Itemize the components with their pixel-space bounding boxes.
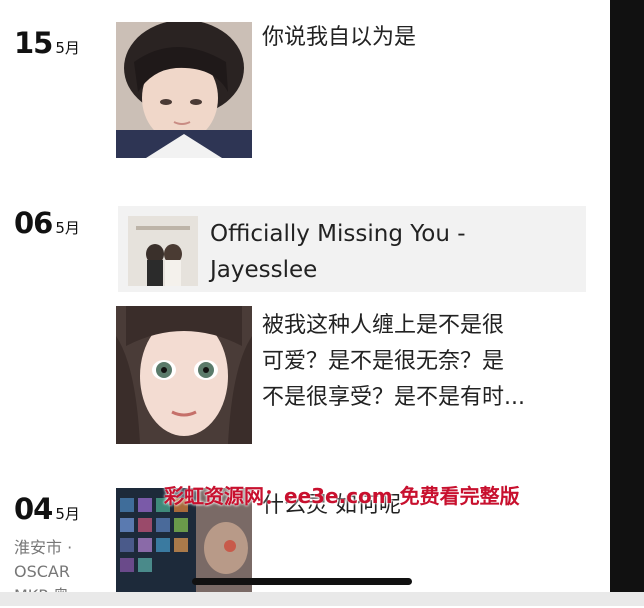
date-day: 15 — [14, 26, 53, 60]
location-line: 淮安市 · — [14, 538, 73, 557]
home-indicator[interactable] — [192, 578, 412, 585]
date-day: 06 — [14, 206, 53, 240]
bottom-edge-bar — [0, 592, 644, 606]
right-edge-bar — [610, 0, 644, 606]
post-text-line: 被我这种人缠上是不是很 — [262, 313, 505, 338]
song-name: Officially Missing You - — [210, 221, 466, 247]
artist-name: Jayesslee — [210, 257, 318, 283]
date-label: 06 5月 — [14, 206, 80, 240]
post-photo[interactable] — [116, 306, 252, 444]
post-text: 你说我自以为是 — [262, 25, 417, 50]
date-month: 5月 — [55, 219, 80, 237]
post-text: 被我这种人缠上是不是很 可爱？是不是很无奈？是 不是很享受？是不是有时... — [262, 308, 525, 416]
date-month: 5月 — [55, 505, 80, 523]
post-text-line: 可爱？是不是很无奈？是 — [262, 349, 505, 374]
album-cover — [128, 216, 198, 286]
post-text-line: 不是很享受？是不是有时... — [262, 385, 525, 410]
date-label: 04 5月 — [14, 492, 80, 526]
post-photo[interactable] — [116, 22, 252, 158]
music-title: Officially Missing You - Jayesslee — [210, 216, 570, 288]
date-day: 04 — [14, 492, 53, 526]
music-share-card[interactable]: Officially Missing You - Jayesslee — [118, 206, 586, 292]
watermark-text: 彩虹资源网：ee3e.com 免费看完整版 — [164, 484, 520, 508]
date-label: 15 5月 — [14, 26, 80, 60]
date-month: 5月 — [55, 39, 80, 57]
location-line: OSCAR — [14, 562, 70, 581]
